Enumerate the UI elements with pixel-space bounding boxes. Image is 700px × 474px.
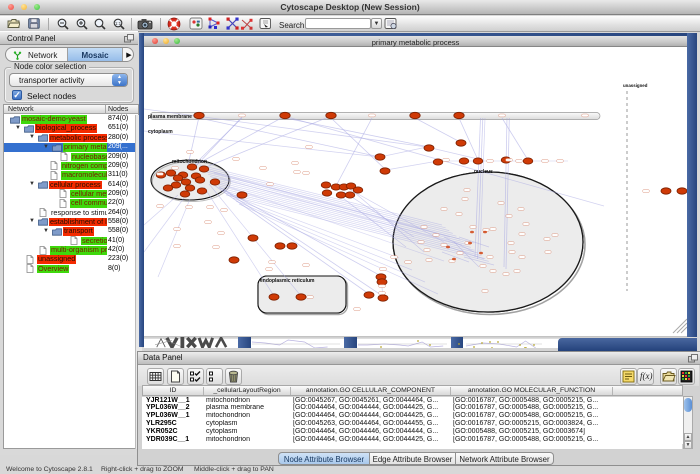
svg-text:unassigned: unassigned xyxy=(623,83,648,88)
svg-text:plasma membrane: plasma membrane xyxy=(148,114,192,120)
svg-text:mitochondrion: mitochondrion xyxy=(172,159,207,165)
svg-text:nucleus: nucleus xyxy=(474,169,493,175)
svg-text:cytoplasm: cytoplasm xyxy=(148,129,173,135)
svg-text:endoplasmic reticulum: endoplasmic reticulum xyxy=(260,278,315,284)
svg-text:1:1: 1:1 xyxy=(115,21,122,26)
